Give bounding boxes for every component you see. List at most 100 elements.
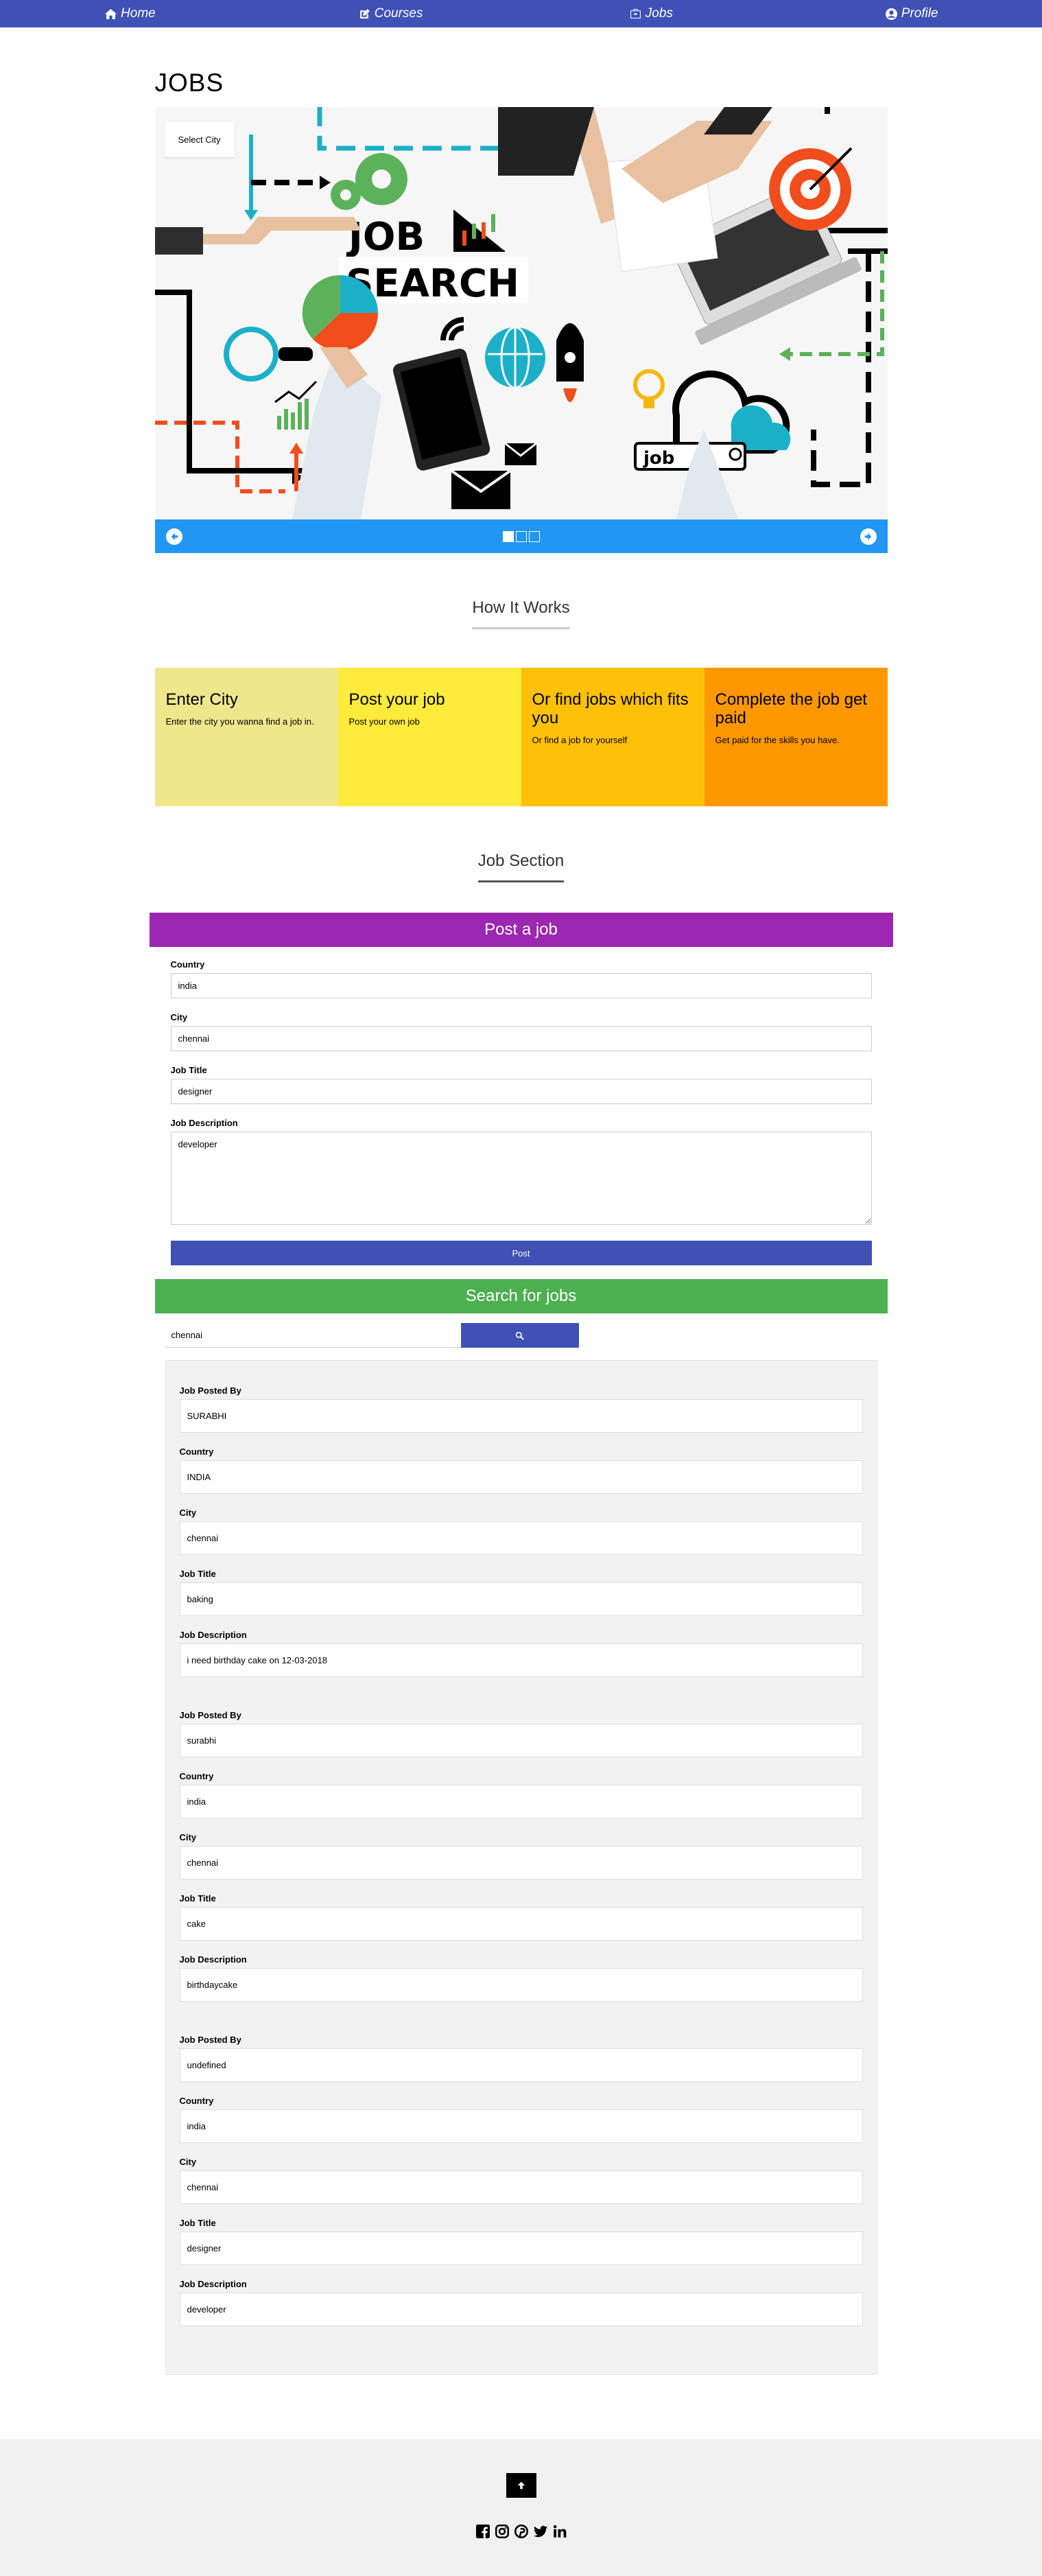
- country-label: Country: [179, 1771, 214, 1781]
- pinterest-icon: [514, 2525, 528, 2538]
- city-value: chennai: [179, 1521, 863, 1555]
- arrow-up-icon: [517, 2481, 525, 2490]
- nav-profile-label: Profile: [901, 6, 938, 21]
- hero-headline-job: JOB: [346, 215, 425, 259]
- job-description-label: Job Description: [179, 1630, 247, 1640]
- city-label: City: [179, 1508, 197, 1518]
- nav-courses[interactable]: Courses: [261, 6, 521, 21]
- country-label: Country: [179, 1447, 214, 1457]
- city-input[interactable]: [170, 1026, 872, 1051]
- search-results: Job Posted By SURABHI Country INDIA City…: [165, 1360, 877, 2375]
- step-title: Enter City: [165, 690, 238, 709]
- footer: [0, 2439, 1042, 2576]
- arrow-left-icon: [171, 532, 178, 540]
- hero-image: JOB SEARCH job Select City: [154, 107, 888, 519]
- country-label: Country: [179, 2096, 214, 2106]
- city-label: City: [179, 1832, 197, 1842]
- post-job-header: Post a job: [149, 913, 893, 947]
- how-it-works-steps: Enter City Enter the city you wanna find…: [154, 668, 888, 806]
- job-title-label: Job Title: [170, 1065, 207, 1075]
- linkedin-icon: [553, 2525, 566, 2538]
- posted-by-value: surabhi: [179, 1724, 863, 1757]
- social-links: [475, 2524, 567, 2539]
- posted-by-label: Job Posted By: [179, 1710, 241, 1720]
- carousel-next-button[interactable]: [860, 528, 877, 545]
- posted-by-value: SURABHI: [179, 1399, 863, 1433]
- instagram-link[interactable]: [495, 2524, 510, 2539]
- nav-jobs[interactable]: Jobs: [521, 6, 782, 21]
- job-section-title: Job Section: [477, 852, 565, 882]
- hero-search-box-text: job: [643, 448, 674, 469]
- step-title: Or find jobs which fits you: [532, 690, 689, 727]
- step-enter-city: Enter City Enter the city you wanna find…: [154, 668, 338, 806]
- nav-profile[interactable]: Profile: [781, 6, 1042, 21]
- carousel-dot-2[interactable]: [515, 530, 527, 542]
- job-title-input[interactable]: [170, 1079, 872, 1104]
- facebook-icon: [475, 2525, 490, 2538]
- search-city-input[interactable]: [164, 1323, 461, 1348]
- nav-courses-label: Courses: [374, 6, 423, 21]
- nav-jobs-label: Jobs: [645, 6, 673, 21]
- search-button[interactable]: [460, 1323, 579, 1348]
- carousel-prev-button[interactable]: [165, 528, 182, 545]
- city-value: chennai: [179, 2170, 863, 2204]
- hero-carousel: JOB SEARCH job Select City: [154, 107, 888, 553]
- nav-home-label: Home: [121, 6, 156, 21]
- edit-icon: [359, 8, 370, 19]
- carousel-controls: [154, 519, 888, 553]
- step-text: Or find a job for yourself: [532, 734, 628, 745]
- job-description-label: Job Description: [170, 1118, 238, 1128]
- carousel-dot-1[interactable]: [502, 530, 514, 542]
- arrow-right-icon: [864, 532, 871, 540]
- country-label: Country: [170, 959, 205, 970]
- job-title-label: Job Title: [179, 1893, 216, 1904]
- twitter-icon: [533, 2525, 547, 2538]
- job-result-card: Job Posted By undefined Country india Ci…: [179, 2035, 863, 2347]
- job-description-textarea[interactable]: developer: [170, 1132, 872, 1225]
- how-it-works-heading: How It Works: [155, 598, 888, 629]
- job-title-value: cake: [179, 1907, 863, 1941]
- posted-by-value: undefined: [179, 2048, 863, 2082]
- search-icon: [515, 1331, 524, 1340]
- country-value: india: [179, 2109, 863, 2143]
- job-title-value: designer: [179, 2232, 863, 2265]
- post-button[interactable]: Post: [170, 1241, 872, 1265]
- how-it-works-title: How It Works: [472, 598, 570, 629]
- step-text: Get paid for the skills you have.: [715, 734, 840, 745]
- job-section-heading: Job Section: [155, 852, 888, 882]
- step-get-paid: Complete the job get paid Get paid for t…: [704, 668, 888, 806]
- step-find-jobs: Or find jobs which fits you Or find a jo…: [521, 668, 704, 806]
- briefcase-icon: [630, 8, 641, 19]
- search-row: [155, 1323, 888, 1348]
- city-value: chennai: [179, 1846, 863, 1880]
- job-description-value: i need birthday cake on 12-03-2018: [179, 1643, 863, 1677]
- nav-home[interactable]: Home: [0, 6, 261, 21]
- user-circle-icon: [885, 8, 897, 20]
- select-city-button[interactable]: Select City: [164, 122, 235, 157]
- back-to-top-button[interactable]: [506, 2473, 536, 2498]
- job-description-label: Job Description: [179, 2279, 247, 2289]
- city-label: City: [170, 1012, 188, 1022]
- linkedin-link[interactable]: [552, 2524, 567, 2539]
- job-description-value: developer: [179, 2293, 863, 2326]
- posted-by-label: Job Posted By: [179, 1385, 241, 1396]
- job-description-value: birthdaycake: [179, 1968, 863, 2002]
- search-jobs-header: Search for jobs: [154, 1279, 888, 1313]
- job-search-illustration: JOB SEARCH job: [154, 107, 888, 519]
- instagram-icon: [495, 2525, 509, 2538]
- carousel-dot-3[interactable]: [528, 530, 540, 542]
- pinterest-link[interactable]: [514, 2524, 529, 2539]
- twitter-link[interactable]: [533, 2524, 548, 2539]
- country-input[interactable]: [170, 973, 872, 998]
- step-post-job: Post your job Post your own job: [338, 668, 521, 806]
- job-result-card: Job Posted By SURABHI Country INDIA City…: [179, 1385, 863, 1698]
- carousel-indicators: [502, 530, 540, 542]
- job-result-card: Job Posted By surabhi Country india City…: [179, 1710, 863, 2022]
- step-text: Enter the city you wanna find a job in.: [165, 716, 314, 727]
- job-title-value: baking: [179, 1582, 863, 1616]
- facebook-link[interactable]: [475, 2524, 490, 2539]
- home-icon: [105, 8, 117, 19]
- city-label: City: [179, 2157, 197, 2167]
- post-job-form: Country City Job Title Job Description d…: [170, 947, 872, 1265]
- country-value: INDIA: [179, 1460, 863, 1494]
